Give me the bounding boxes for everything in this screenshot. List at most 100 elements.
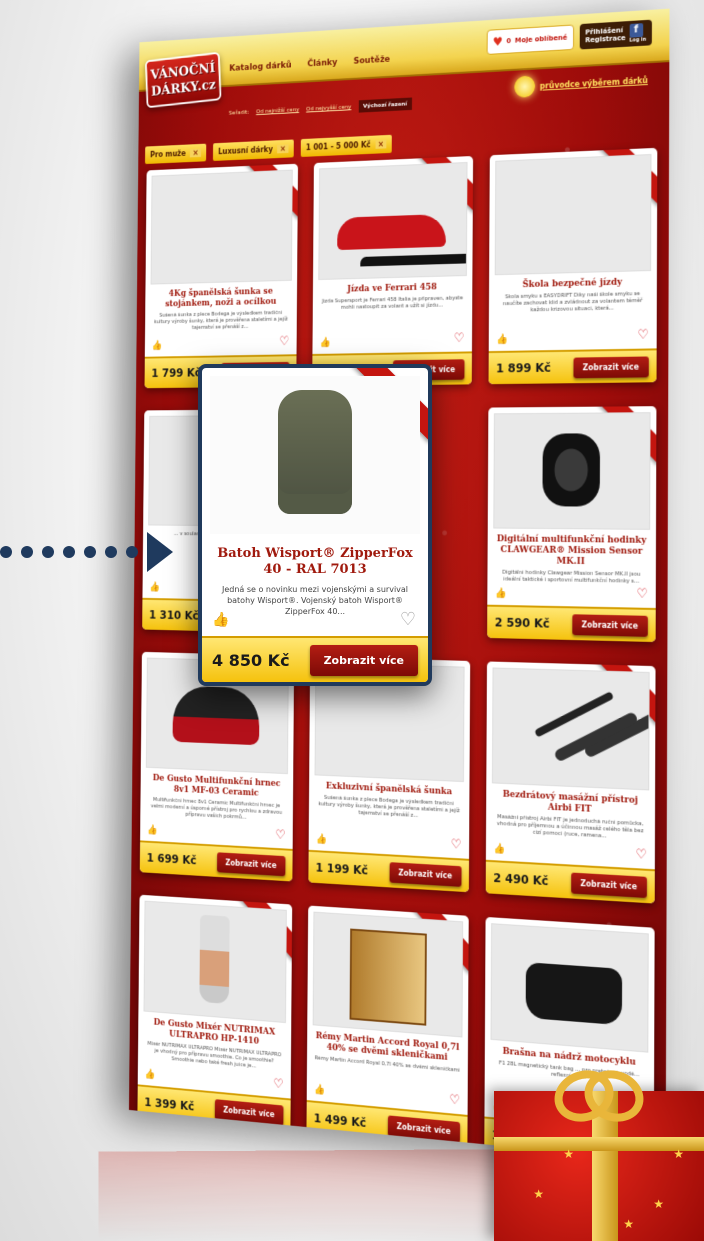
product-title[interactable]: Jízda ve Ferrari 458 — [318, 282, 467, 296]
product-card[interactable]: TIP Jízda ve Ferrari 458 Jízda Superspor… — [312, 155, 474, 387]
show-more-button[interactable]: Zobrazit více — [309, 644, 418, 676]
favorites-button[interactable]: ♥ 0 Moje oblíbené — [486, 24, 574, 55]
like-icon[interactable]: 👍 — [145, 1069, 156, 1080]
favorite-heart-icon[interactable]: ♡ — [637, 587, 648, 602]
remove-filter-icon[interactable]: × — [277, 144, 289, 154]
like-icon[interactable]: 👍 — [493, 843, 505, 854]
highlighted-product-card[interactable]: TIP Batoh Wisport® ZipperFox 40 - RAL 70… — [198, 364, 432, 686]
product-title[interactable]: Batoh Wisport® ZipperFox 40 - RAL 7013 — [212, 546, 418, 578]
product-card[interactable]: TIP De Gusto Mixér NUTRIMAX ULTRAPRO HP-… — [137, 894, 293, 1132]
nav-item-articles[interactable]: Články — [307, 58, 337, 69]
favorite-heart-icon[interactable]: ♡ — [451, 837, 462, 852]
favorite-heart-icon[interactable]: ♡ — [638, 328, 649, 343]
star-icon: ★ — [653, 1197, 664, 1211]
product-title[interactable]: Digitální multifunkční hodinky CLAWGEAR®… — [493, 534, 650, 569]
gift-guide-link[interactable]: průvodce výběrem dárků — [514, 69, 648, 98]
product-image[interactable] — [150, 169, 293, 285]
product-description: Multifunkční hrnec 8v1 Ceramic Multifunk… — [150, 797, 283, 821]
product-image[interactable] — [490, 923, 649, 1053]
star-icon: ★ — [533, 1187, 544, 1201]
product-image[interactable] — [493, 412, 651, 530]
logo[interactable]: VÁNOČNÍ DÁRKY.cz — [144, 51, 222, 109]
favorite-heart-icon[interactable]: ♡ — [454, 331, 465, 346]
show-more-button[interactable]: Zobrazit více — [570, 872, 647, 898]
register-link[interactable]: Registrace — [585, 34, 625, 44]
like-icon[interactable]: 👍 — [320, 338, 331, 349]
like-icon[interactable]: 👍 — [495, 588, 507, 599]
like-icon[interactable]: 👍 — [314, 1084, 325, 1096]
product-card[interactable]: TIP Rémy Martin Accord Royal 0,7l 40% se… — [306, 905, 469, 1149]
login-button[interactable]: Přihlášení Registrace f Log in — [579, 19, 652, 50]
product-image[interactable] — [312, 911, 464, 1038]
filter-label: Pro muže — [150, 149, 186, 160]
filter-chip[interactable]: Pro muže × — [145, 143, 207, 165]
favorite-heart-icon[interactable]: ♡ — [275, 828, 285, 843]
product-card[interactable]: Exkluzivní španělská šunka Sušená šunka … — [308, 656, 471, 893]
price-bar: 1 899 Kč Zobrazit více — [488, 348, 657, 385]
star-icon: ★ — [563, 1147, 574, 1161]
product-price: 1 310 Kč — [148, 608, 199, 623]
show-more-button[interactable]: Zobrazit více — [216, 851, 286, 876]
price-bar: 4 850 Kč Zobrazit více — [202, 636, 428, 682]
filter-chip[interactable]: Luxusní dárky × — [212, 139, 294, 161]
product-image[interactable] — [143, 900, 287, 1024]
favorites-count: 0 — [506, 37, 512, 46]
like-icon[interactable]: 👍 — [152, 341, 163, 351]
product-title[interactable]: 4Kg španělská šunka se stojánkem, noži a… — [150, 286, 291, 310]
arrow-dot — [0, 546, 12, 558]
product-description: Digitální hodinky Clawgear Mission Senso… — [502, 569, 641, 585]
show-more-button[interactable]: Zobrazit více — [387, 1114, 461, 1143]
scene: VÁNOČNÍ DÁRKY.cz Katalog dárků Články So… — [0, 0, 704, 1241]
favorite-heart-icon[interactable]: ♡ — [279, 335, 289, 349]
product-card[interactable]: De Gusto Multifunkční hrnec 8v1 MF-03 Ce… — [139, 651, 295, 882]
favorite-heart-icon[interactable]: ♡ — [273, 1077, 283, 1092]
price-bar: 1 399 Kč Zobrazit více — [137, 1084, 291, 1132]
arrow-dot — [105, 546, 117, 558]
product-title[interactable]: Škola bezpečné jízdy — [495, 277, 651, 292]
remove-filter-icon[interactable]: × — [375, 139, 387, 149]
product-image[interactable] — [494, 154, 652, 276]
sort-price-desc[interactable]: Od nejvyšší ceny — [306, 104, 351, 113]
filter-chip[interactable]: 1 001 - 5 000 Kč × — [300, 134, 393, 158]
favorite-heart-icon[interactable]: ♡ — [400, 609, 416, 630]
product-price: 4 850 Kč — [212, 650, 290, 670]
lightbulb-icon — [514, 75, 536, 98]
product-description: Škola smyku s EASYDRIFT Díky naší škole … — [502, 291, 643, 314]
facebook-login-label: Log in — [629, 36, 647, 44]
product-price: 2 490 Kč — [493, 871, 549, 889]
favorites-label: Moje oblíbené — [514, 33, 568, 45]
product-price: 1 899 Kč — [496, 360, 551, 376]
show-more-button[interactable]: Zobrazit více — [571, 613, 648, 637]
favorite-heart-icon[interactable]: ♡ — [636, 847, 647, 863]
product-title[interactable]: De Gusto Multifunkční hrnec 8v1 MF-03 Ce… — [146, 773, 288, 801]
star-icon: ★ — [623, 1217, 634, 1231]
sort-label: Seřadit: — [228, 108, 250, 117]
arrow-dot — [21, 546, 33, 558]
sort-default[interactable]: Výchozí řazení — [358, 97, 412, 113]
price-bar: 2 490 Kč Zobrazit více — [485, 859, 655, 904]
show-more-button[interactable]: Zobrazit více — [389, 861, 462, 887]
product-card[interactable]: TIP Škola bezpečné jízdy Škola smyku s E… — [488, 147, 658, 385]
product-description: Jedná se o novinku mezi vojenskými a sur… — [221, 585, 409, 616]
facebook-icon[interactable]: f — [629, 23, 643, 38]
sort-bar: Seřadit: Od nejnižší ceny Od nejvyšší ce… — [228, 97, 412, 120]
product-image[interactable] — [210, 376, 420, 534]
arrow-dot — [84, 546, 96, 558]
like-icon[interactable]: 👍 — [496, 334, 508, 345]
like-icon[interactable]: 👍 — [147, 825, 158, 836]
favorite-heart-icon[interactable]: ♡ — [449, 1093, 460, 1109]
product-image[interactable] — [318, 161, 468, 281]
like-icon[interactable]: 👍 — [316, 834, 327, 845]
sort-price-asc[interactable]: Od nejnižší ceny — [256, 106, 299, 115]
arrow-dot — [63, 546, 75, 558]
product-card[interactable]: TIP Bezdrátový masážní přístroj Airbi FI… — [485, 661, 656, 904]
product-image[interactable] — [491, 667, 650, 791]
show-more-button[interactable]: Zobrazit více — [572, 355, 649, 378]
product-card[interactable]: TIP 4Kg španělská šunka se stojánkem, no… — [144, 163, 299, 389]
show-more-button[interactable]: Zobrazit více — [214, 1098, 284, 1126]
product-description: Jízda Supersport je Ferrari 458 Italia j… — [321, 295, 463, 311]
product-card[interactable]: TIP Digitální multifunkční hodinky CLAWG… — [487, 406, 657, 643]
like-icon[interactable]: 👍 — [149, 582, 160, 592]
like-icon[interactable]: 👍 — [212, 612, 229, 628]
remove-filter-icon[interactable]: × — [190, 148, 201, 158]
